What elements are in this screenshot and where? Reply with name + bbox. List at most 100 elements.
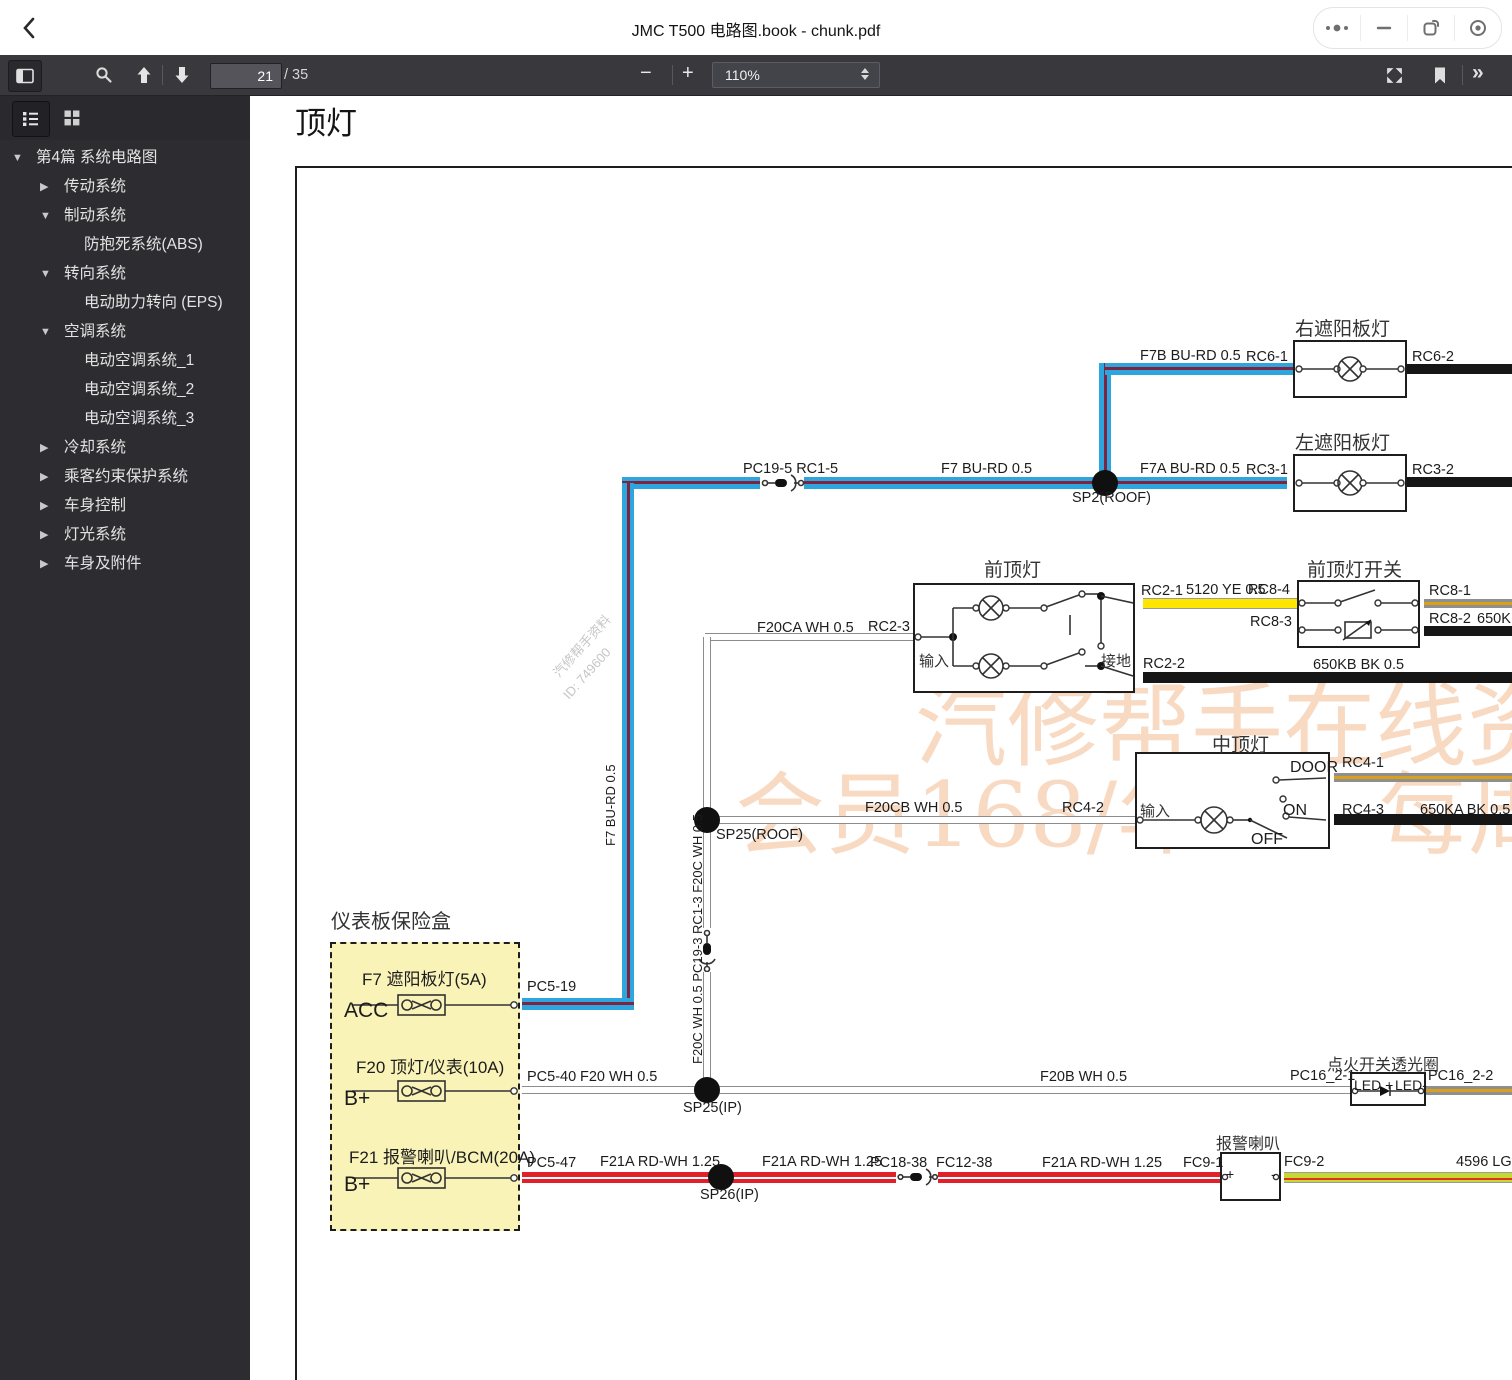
thumbnails-view-button[interactable] (54, 101, 90, 135)
pin-rc6-1: RC6-1 (1246, 349, 1288, 365)
more-menu-button[interactable] (1314, 15, 1360, 41)
front-dome-title: 前顶灯 (984, 559, 1042, 581)
ignition-led-plus-label: LED + (1354, 1077, 1394, 1093)
outline-item[interactable]: ▶ 车身及附件 (0, 554, 250, 574)
pin-rc8-1: RC8-1 (1429, 583, 1471, 599)
outline-item[interactable]: ▶ 乘客约束保护系统 (0, 467, 250, 487)
outline-item[interactable]: ▼ 第4篇 系统电路图 (0, 148, 250, 168)
thumbnails-grid-icon (64, 110, 80, 126)
triangle-collapsed-icon[interactable]: ▶ (40, 177, 64, 197)
wire-f21a-red-2 (928, 1172, 1220, 1183)
fusebox-title: 仪表板保险盒 (331, 909, 451, 933)
more-tools-button[interactable]: » (1472, 61, 1484, 85)
restore-icon (1423, 20, 1439, 36)
pin-rc4-2: RC4-2 (1062, 800, 1104, 816)
outline-item-label: 灯光系统 (64, 526, 127, 543)
dome-switch-title: 前顶灯开关 (1307, 559, 1403, 581)
outline-item[interactable]: ▼ 空调系统 (0, 322, 250, 342)
zoom-out-button[interactable]: − (640, 62, 652, 85)
next-page-button[interactable] (166, 60, 198, 90)
wire-f20ca-label: F20CA WH 0.5 (757, 620, 854, 636)
pin-rc2-3: RC2-3 (868, 619, 910, 635)
triangle-collapsed-icon[interactable]: ▶ (40, 554, 64, 574)
pin-pc16-2-1: PC16_2-1 (1290, 1068, 1356, 1084)
pin-rc4-3: RC4-3 (1342, 802, 1384, 818)
zoom-select-spinner-icon (861, 68, 869, 80)
outline-item[interactable]: 电动空调系统_1 (0, 351, 250, 371)
restore-window-button[interactable] (1407, 15, 1454, 41)
wire-f21a-label-3: F21A RD-WH 1.25 (1042, 1155, 1163, 1171)
wire-rc8-1-gray-orange (1424, 599, 1512, 608)
triangle-expanded-icon[interactable]: ▼ (40, 206, 64, 226)
triangle-expanded-icon[interactable]: ▼ (40, 264, 64, 284)
pin-pc5-19: PC5-19 (527, 979, 577, 995)
previous-page-button[interactable] (128, 60, 160, 90)
outline-item-label: 制动系统 (64, 207, 127, 224)
fuse-f7-label: F7 遮阳板灯(5A) (362, 970, 487, 989)
zoom-in-button[interactable]: + (682, 62, 694, 85)
sp25-roof-label: SP25(ROOF) (716, 827, 804, 843)
outline-item[interactable]: 电动空调系统_3 (0, 409, 250, 429)
record-target-button[interactable] (1454, 15, 1501, 41)
wire-rc4-1-gray-orange (1334, 773, 1512, 782)
page-number-input[interactable] (210, 63, 282, 89)
outline-item-label: 车身及附件 (64, 555, 142, 572)
more-dots-icon (1326, 24, 1348, 32)
wire-f21a-label-2: F21A RD-WH 1.25 (762, 1154, 883, 1170)
fuse-f20-icon (352, 1080, 518, 1102)
pin-rc6-2: RC6-2 (1412, 349, 1454, 365)
wire-f20c-vertical-label: F20C WH 0.5 PC19-3 RC1-3 F20C WH 0.5 (690, 814, 705, 1064)
outline-item[interactable]: ▶ 车身控制 (0, 496, 250, 516)
outline-item[interactable]: 电动空调系统_2 (0, 380, 250, 400)
document-title: JMC T500 电路图.book - chunk.pdf (631, 23, 881, 40)
outline-item-label: 转向系统 (64, 265, 127, 282)
wire-pc16-2-2-gray-orange (1424, 1086, 1512, 1095)
wire-f20-label: F20 WH 0.5 (580, 1069, 658, 1085)
wire-f7-vertical-label: F7 BU-RD 0.5 (603, 764, 618, 846)
outline-item[interactable]: 防抱死系统(ABS) (0, 235, 250, 255)
triangle-collapsed-icon[interactable]: ▶ (40, 496, 64, 516)
pin-rc2-2: RC2-2 (1143, 656, 1185, 672)
outline-item[interactable]: ▶ 冷却系统 (0, 438, 250, 458)
presentation-mode-button[interactable] (1378, 60, 1410, 90)
outline-view-button[interactable] (12, 101, 50, 137)
sidebar-view-tabs (0, 96, 250, 140)
outline-item[interactable]: ▶ 灯光系统 (0, 525, 250, 545)
outline-item-label: 传动系统 (64, 178, 127, 195)
minimize-button[interactable] (1360, 15, 1407, 41)
outline-item[interactable]: ▼ 转向系统 (0, 264, 250, 284)
right-visor-lamp-box (1293, 340, 1407, 398)
wire-650kb-black (1143, 672, 1512, 683)
outline-item-label: 冷却系统 (64, 439, 127, 456)
toolbar-separator-3 (1462, 65, 1463, 85)
zoom-level-select[interactable]: 110% (712, 62, 880, 88)
outline-item-label: 防抱死系统(ABS) (84, 236, 203, 253)
triangle-collapsed-icon[interactable]: ▶ (40, 525, 64, 545)
toggle-sidebar-button[interactable] (8, 60, 42, 92)
minimize-icon (1376, 26, 1392, 30)
front-dome-circuit-icon (915, 590, 1133, 679)
pin-rc4-1: RC4-1 (1342, 755, 1384, 771)
horn-minus-label: - (1271, 1166, 1276, 1182)
wire-650ka-label: 650KA BK 0.5 (1420, 802, 1511, 818)
outline-item-label: 电动空调系统_1 (84, 352, 195, 369)
outline-item[interactable]: 电动助力转向 (EPS) (0, 293, 250, 313)
bookmark-button[interactable] (1424, 60, 1456, 90)
wire-rc3-2-black (1407, 477, 1512, 487)
outline-item[interactable]: ▶ 传动系统 (0, 177, 250, 197)
triangle-expanded-icon[interactable]: ▼ (12, 148, 36, 168)
conn-fc12-38-label: FC12-38 (936, 1155, 993, 1171)
page-title: 顶灯 (295, 106, 357, 142)
triangle-collapsed-icon[interactable]: ▶ (40, 467, 64, 487)
triangle-collapsed-icon[interactable]: ▶ (40, 438, 64, 458)
lamp-icon (1295, 356, 1405, 382)
wire-f20cb-label: F20CB WH 0.5 (865, 800, 963, 816)
triangle-expanded-icon[interactable]: ▼ (40, 322, 64, 342)
right-visor-title: 右遮阳板灯 (1295, 318, 1391, 340)
toolbar-separator-1 (162, 65, 163, 85)
search-button[interactable] (88, 60, 120, 90)
outline-item[interactable]: ▼ 制动系统 (0, 206, 250, 226)
pin-rc3-1: RC3-1 (1246, 462, 1288, 478)
horn-plus-label: + (1226, 1166, 1235, 1182)
front-dome-ground-label: 接地 (1101, 652, 1132, 670)
